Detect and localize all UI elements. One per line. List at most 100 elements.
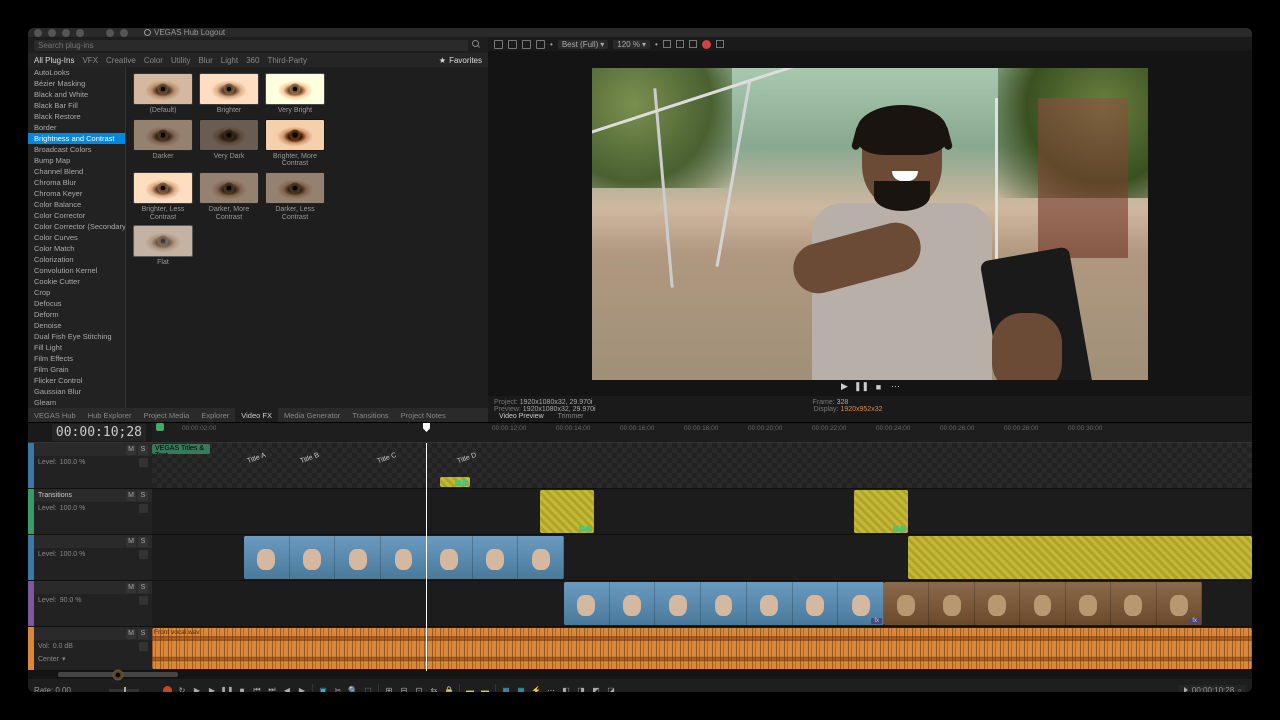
plugin-item[interactable]: Film Effects xyxy=(28,353,125,364)
solo-button[interactable]: S xyxy=(138,537,148,547)
preset-item[interactable]: Darker xyxy=(132,119,194,168)
record-button[interactable] xyxy=(163,686,172,693)
category-creative[interactable]: Creative xyxy=(106,56,136,65)
timeline-scrollbar[interactable] xyxy=(28,671,1252,679)
snap-marker-button[interactable]: ⊡ xyxy=(414,685,424,692)
pause-button[interactable]: ❚❚ xyxy=(856,381,867,392)
category-color[interactable]: Color xyxy=(144,56,163,65)
tool-c[interactable]: ◩ xyxy=(591,685,601,692)
envelope-tool[interactable]: ⬚ xyxy=(363,685,373,692)
go-end-button[interactable]: ⏭ xyxy=(267,685,277,692)
plugin-item[interactable]: Broadcast Colors xyxy=(28,144,125,155)
event-pan-button[interactable]: ▦ xyxy=(501,685,511,692)
generate-button[interactable]: ⚡ xyxy=(531,685,541,692)
mute-button[interactable]: M xyxy=(126,537,136,547)
tool-d[interactable]: ◪ xyxy=(606,685,616,692)
clip-fx-badge[interactable]: fx xyxy=(871,618,882,624)
search-input[interactable] xyxy=(34,40,468,51)
favorites-button[interactable]: ★ Favorites xyxy=(439,56,482,65)
cursor-timecode[interactable]: 00:00:10;28▫ xyxy=(1179,685,1246,693)
more-button[interactable]: ⋯ xyxy=(890,381,901,392)
plugin-item[interactable]: Color Match xyxy=(28,243,125,254)
open-icon[interactable] xyxy=(48,29,56,37)
video-clip[interactable]: WE NOW xyxy=(244,536,564,579)
plugin-item[interactable]: Color Corrector xyxy=(28,210,125,221)
plugin-item[interactable]: Colorization xyxy=(28,254,125,265)
preset-item[interactable]: Brighter, More Contrast xyxy=(264,119,326,168)
timeline-ruler[interactable]: 00:00:02;0000:00:12;0000:00:14;0000:00:1… xyxy=(152,423,1252,442)
tab-project-media[interactable]: Project Media xyxy=(137,408,195,422)
play-button[interactable]: ▶ xyxy=(839,381,850,392)
plugin-item[interactable]: Fill Light xyxy=(28,342,125,353)
tab-video-fx[interactable]: Video FX xyxy=(235,408,278,422)
category-utility[interactable]: Utility xyxy=(171,56,191,65)
preview-ext-icon[interactable] xyxy=(716,40,724,48)
category-360[interactable]: 360 xyxy=(246,56,259,65)
mute-button[interactable]: M xyxy=(126,629,136,639)
plugin-item[interactable]: Color Curves xyxy=(28,232,125,243)
solo-button[interactable]: S xyxy=(138,629,148,639)
category-light[interactable]: Light xyxy=(221,56,238,65)
play-start-button[interactable]: ▶ xyxy=(207,685,217,692)
plugin-item[interactable]: Channel Blend xyxy=(28,166,125,177)
normal-edit-tool[interactable]: ▣ xyxy=(318,685,328,692)
plugin-item[interactable]: Black Bar Fill xyxy=(28,100,125,111)
event-fx-button[interactable]: ▦ xyxy=(516,685,526,692)
preset-item[interactable]: Brighter xyxy=(198,73,260,115)
plugin-item[interactable]: Bézier Masking xyxy=(28,78,125,89)
redo-icon[interactable] xyxy=(120,29,128,37)
play-button[interactable]: ▶ xyxy=(192,685,202,692)
clip-fx-badge[interactable]: fx xyxy=(1189,618,1200,624)
playhead-flag[interactable] xyxy=(423,423,430,432)
quantize-button[interactable]: ▬ xyxy=(480,685,490,692)
preview-overlay-icon[interactable] xyxy=(522,40,531,49)
track-options-icon[interactable] xyxy=(139,504,148,513)
plugin-item[interactable]: Chroma Blur xyxy=(28,177,125,188)
mute-button[interactable]: M xyxy=(126,583,136,593)
preset-item[interactable]: Brighter, Less Contrast xyxy=(132,172,194,221)
plugin-list[interactable]: AutoLooksBézier MaskingBlack and WhiteBl… xyxy=(28,67,126,408)
snap-grid-button[interactable]: ⊟ xyxy=(399,685,409,692)
plugin-item[interactable]: Film Grain xyxy=(28,364,125,375)
go-start-button[interactable]: ⏮ xyxy=(252,685,262,692)
video-clip[interactable] xyxy=(908,536,1252,579)
mute-button[interactable]: M xyxy=(126,445,136,455)
marker-icon[interactable] xyxy=(156,423,164,431)
tab-transitions[interactable]: Transitions xyxy=(346,408,394,422)
marker-clip[interactable] xyxy=(440,477,470,487)
stop-button[interactable]: ■ xyxy=(873,381,884,392)
category-all-plug-ins[interactable]: All Plug-Ins xyxy=(34,56,74,65)
category-third-party[interactable]: Third-Party xyxy=(267,56,307,65)
track-options-icon[interactable] xyxy=(139,596,148,605)
preview-split-icon[interactable] xyxy=(508,40,517,49)
prev-frame-button[interactable]: ◀ xyxy=(282,685,292,692)
video-clip[interactable]: Talking intro fx xyxy=(884,582,1202,625)
loop-button[interactable]: ↻ xyxy=(177,685,187,692)
plugin-item[interactable]: Chroma Keyer xyxy=(28,188,125,199)
hub-logout-button[interactable]: VEGAS Hub Logout xyxy=(144,28,225,37)
solo-button[interactable]: S xyxy=(138,583,148,593)
preview-zoom-select[interactable]: 120 %▾ xyxy=(613,40,650,49)
solo-button[interactable]: S xyxy=(138,491,148,501)
plugin-item[interactable]: Black Restore xyxy=(28,111,125,122)
tab-video-preview[interactable]: Video Preview xyxy=(494,413,549,420)
plugin-item[interactable]: AutoLooks xyxy=(28,67,125,78)
stop-button[interactable]: ■ xyxy=(237,685,247,692)
snap-button[interactable]: ⊞ xyxy=(384,685,394,692)
preview-safe-icon[interactable] xyxy=(676,40,684,48)
plugin-item[interactable]: Cookie Cutter xyxy=(28,276,125,287)
search-icon[interactable] xyxy=(472,40,482,50)
plugin-item[interactable]: Color Corrector (Secondary) xyxy=(28,221,125,232)
rate-slider[interactable] xyxy=(109,689,139,692)
preview-fx-icon[interactable] xyxy=(494,40,503,49)
plugin-item[interactable]: Gaussian Blur xyxy=(28,386,125,397)
tab-hub-explorer[interactable]: Hub Explorer xyxy=(82,408,138,422)
plugin-item[interactable]: Border xyxy=(28,122,125,133)
mute-button[interactable]: M xyxy=(126,491,136,501)
preset-item[interactable]: Darker, Less Contrast xyxy=(264,172,326,221)
plugin-item[interactable]: Brightness and Contrast xyxy=(28,133,125,144)
selection-tool[interactable]: ✂ xyxy=(333,685,343,692)
tab-media-generator[interactable]: Media Generator xyxy=(278,408,346,422)
plugin-item[interactable]: Convolution Kernel xyxy=(28,265,125,276)
plugin-item[interactable]: Crop xyxy=(28,287,125,298)
